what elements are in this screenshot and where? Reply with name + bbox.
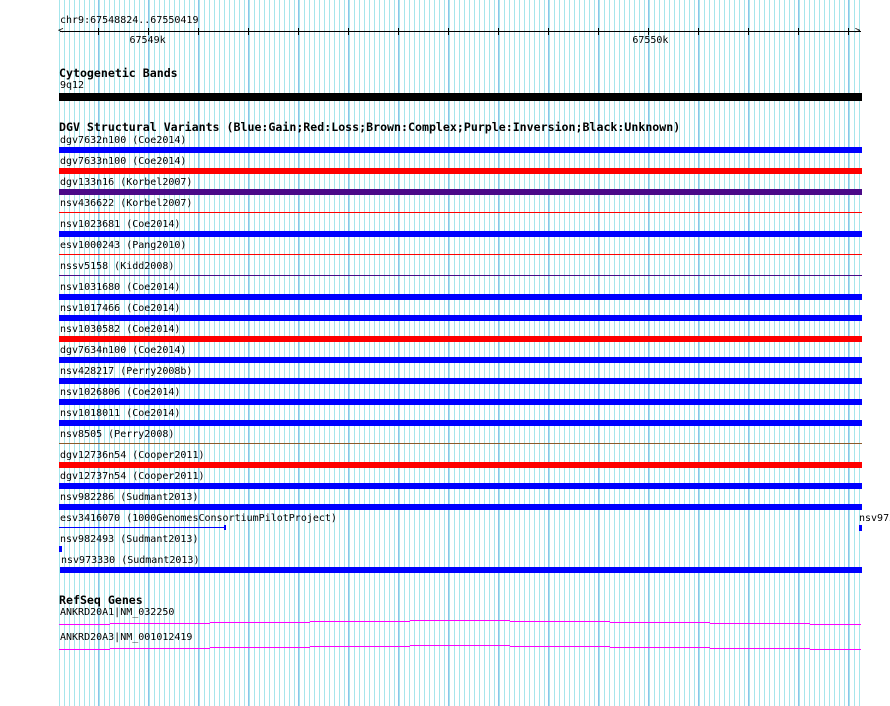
genome-browser-image: chr9:67548824..67550419 < > 67549k 67550… — [0, 0, 890, 706]
gene-models — [59, 620, 861, 650]
